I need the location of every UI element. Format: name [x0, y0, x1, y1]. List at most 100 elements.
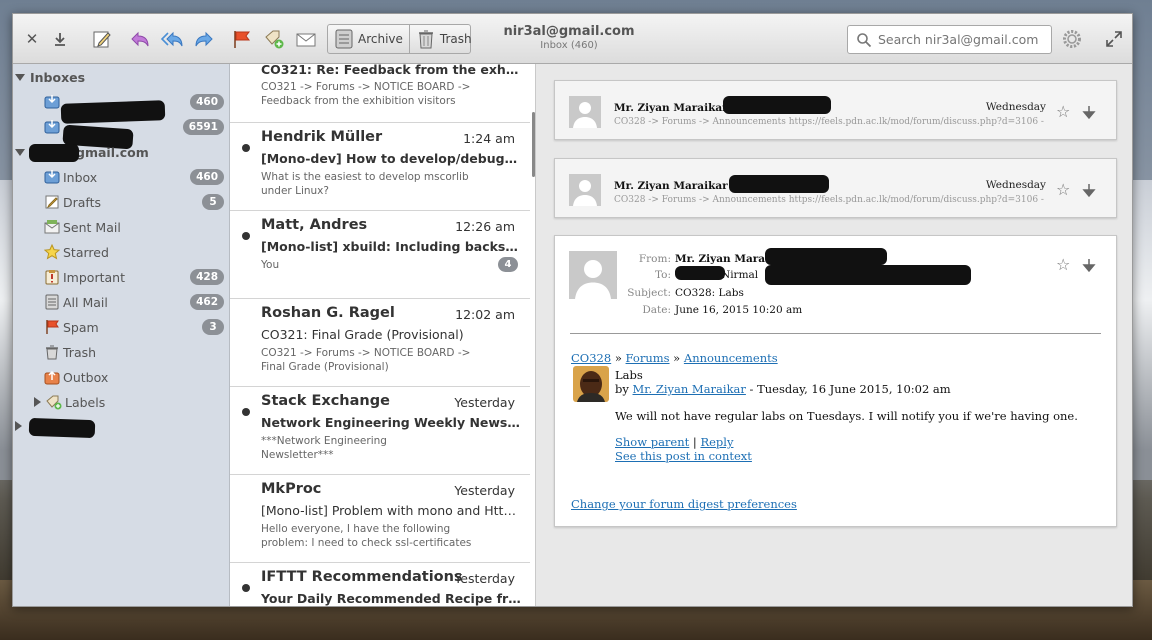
to-value[interactable]: Nirmal: [721, 269, 758, 281]
breadcrumb-separator: »: [611, 351, 626, 365]
redaction-mark: [765, 248, 887, 265]
reply-all-button[interactable]: [159, 26, 185, 52]
minimize-icon: [55, 33, 65, 46]
move-to-button[interactable]: [293, 26, 319, 52]
labels-icon: [46, 394, 62, 410]
minimize-window-button[interactable]: [47, 26, 73, 52]
folder-label: All Mail: [63, 294, 108, 310]
link-separator: |: [689, 435, 701, 449]
message-list: CO321: Re: Feedback from the exhibition …: [230, 64, 536, 606]
folder-all-mail[interactable]: All Mail 462: [13, 291, 228, 313]
message-date: Yesterday: [454, 483, 515, 498]
folder-spam[interactable]: Spam 3: [13, 316, 228, 338]
message-preview: CO321 -> Forums -> NOTICE BOARD -> Final…: [261, 347, 471, 373]
message-row[interactable]: Matt, Andres 12:26 am [Mono-list] xbuild…: [230, 211, 530, 299]
message-list-scrollbar[interactable]: [532, 112, 535, 177]
from-label: From:: [638, 253, 671, 265]
star-button[interactable]: ☆: [1056, 104, 1072, 120]
folder-important[interactable]: Important 428: [13, 266, 228, 288]
sent-icon: [44, 219, 60, 235]
archive-icon: [335, 29, 353, 49]
window-title: nir3al@gmail.com Inbox (460): [493, 24, 645, 51]
conversation-pane: Mr. Ziyan Maraikar Wednesday CO328 -> Fo…: [536, 64, 1132, 606]
star-icon: [44, 244, 60, 260]
see-in-context-link[interactable]: See this post in context: [615, 449, 752, 463]
reply-button[interactable]: [127, 26, 153, 52]
message-date: Yesterday: [454, 395, 515, 410]
message-preview: CO328 -> Forums -> Announcements https:/…: [614, 117, 1044, 127]
inboxes-section-header[interactable]: Inboxes: [15, 67, 85, 87]
forums-link[interactable]: Forums: [626, 351, 670, 365]
star-button[interactable]: ☆: [1056, 182, 1072, 198]
redaction-mark: [723, 96, 831, 114]
star-button[interactable]: ☆: [1056, 257, 1072, 273]
folder-label: Outbox: [63, 369, 109, 385]
course-link[interactable]: CO328: [571, 351, 611, 365]
archive-button[interactable]: Archive: [328, 25, 409, 53]
trash-label: Trash: [439, 32, 472, 46]
folder-sent-mail[interactable]: Sent Mail: [13, 216, 228, 238]
message-menu-button[interactable]: [1082, 257, 1096, 273]
add-label-button[interactable]: [261, 26, 287, 52]
search-box[interactable]: [847, 25, 1052, 54]
message-date: 12:26 am: [455, 219, 515, 234]
reply-link[interactable]: Reply: [700, 435, 733, 449]
redaction-mark: [29, 144, 79, 162]
message-row[interactable]: CO321: Re: Feedback from the exhibition …: [230, 64, 530, 123]
message-row[interactable]: Stack Exchange Yesterday Network Enginee…: [230, 387, 530, 475]
message-menu-button[interactable]: [1082, 182, 1096, 198]
archive-label: Archive: [358, 32, 403, 46]
header-bar: ✕ Archive Trash nir3al@gmail.com Inbox (…: [13, 14, 1132, 64]
post-context: See this post in context: [615, 449, 752, 463]
arrow-down-icon: [1082, 184, 1096, 198]
forward-button[interactable]: [191, 26, 217, 52]
reply-icon: [131, 31, 149, 47]
star-icon: ☆: [1056, 102, 1071, 121]
unread-dot-icon: [242, 584, 250, 592]
tag-add-icon: [265, 30, 284, 49]
close-window-button[interactable]: ✕: [19, 26, 45, 52]
announcements-link[interactable]: Announcements: [684, 351, 778, 365]
message-subject: Network Engineering Weekly Newsletter: [261, 415, 521, 430]
trash-icon: [44, 344, 60, 360]
folder-label: Labels: [65, 394, 106, 410]
folder-inbox[interactable]: Inbox 460: [13, 166, 228, 188]
folder-outbox[interactable]: Outbox: [13, 366, 228, 388]
trash-button[interactable]: Trash: [408, 25, 478, 53]
collapsed-message-card[interactable]: Mr. Ziyan Maraikar Wednesday CO328 -> Fo…: [554, 158, 1117, 218]
message-row[interactable]: MkProc Yesterday [Mono-list] Problem wit…: [230, 475, 530, 563]
star-icon: ☆: [1056, 255, 1071, 274]
folder-sidebar: Inboxes 460 6591 gmail.com Inbox 460 Dra…: [13, 64, 230, 606]
message-subject: CO321: Final Grade (Provisional): [261, 327, 464, 342]
search-input[interactable]: [878, 32, 1043, 47]
message-row[interactable]: Hendrik Müller 1:24 am [Mono-dev] How to…: [230, 123, 530, 211]
folder-trash[interactable]: Trash: [13, 341, 228, 363]
spam-icon: [44, 319, 60, 335]
message-sender: Hendrik Müller: [261, 129, 383, 145]
message-row[interactable]: IFTTT Recommendations Yesterday Your Dai…: [230, 563, 530, 606]
folder-drafts[interactable]: Drafts 5: [13, 191, 228, 213]
message-sender: Mr. Ziyan Maraikar: [614, 102, 728, 114]
message-sender: Matt, Andres: [261, 217, 368, 233]
folder-label: Trash: [63, 344, 97, 360]
digest-preferences-link[interactable]: Change your forum digest preferences: [571, 497, 797, 511]
folder-starred[interactable]: Starred: [13, 241, 228, 263]
message-row[interactable]: Roshan G. Ragel 12:02 am CO321: Final Gr…: [230, 299, 530, 387]
show-parent-link[interactable]: Show parent: [615, 435, 689, 449]
message-date: Yesterday: [454, 571, 515, 586]
flag-button[interactable]: [229, 26, 255, 52]
author-link[interactable]: Mr. Ziyan Maraikar: [633, 382, 746, 396]
folder-label: Drafts: [63, 194, 102, 210]
second-account-section-header[interactable]: [15, 416, 27, 436]
compose-icon: [93, 31, 111, 48]
collapsed-message-card[interactable]: Mr. Ziyan Maraikar Wednesday CO328 -> Fo…: [554, 80, 1117, 140]
thread-count-badge: 4: [498, 257, 518, 272]
compose-button[interactable]: [89, 26, 115, 52]
unread-count-badge: 462: [190, 294, 224, 310]
settings-button[interactable]: [1059, 26, 1085, 52]
folder-labels[interactable]: Labels: [13, 391, 228, 413]
author-photo: [573, 366, 609, 402]
message-subject: Your Daily Recommended Recipe from IFTTT: [261, 591, 521, 606]
fullscreen-button[interactable]: [1101, 26, 1127, 52]
message-menu-button[interactable]: [1082, 104, 1096, 120]
